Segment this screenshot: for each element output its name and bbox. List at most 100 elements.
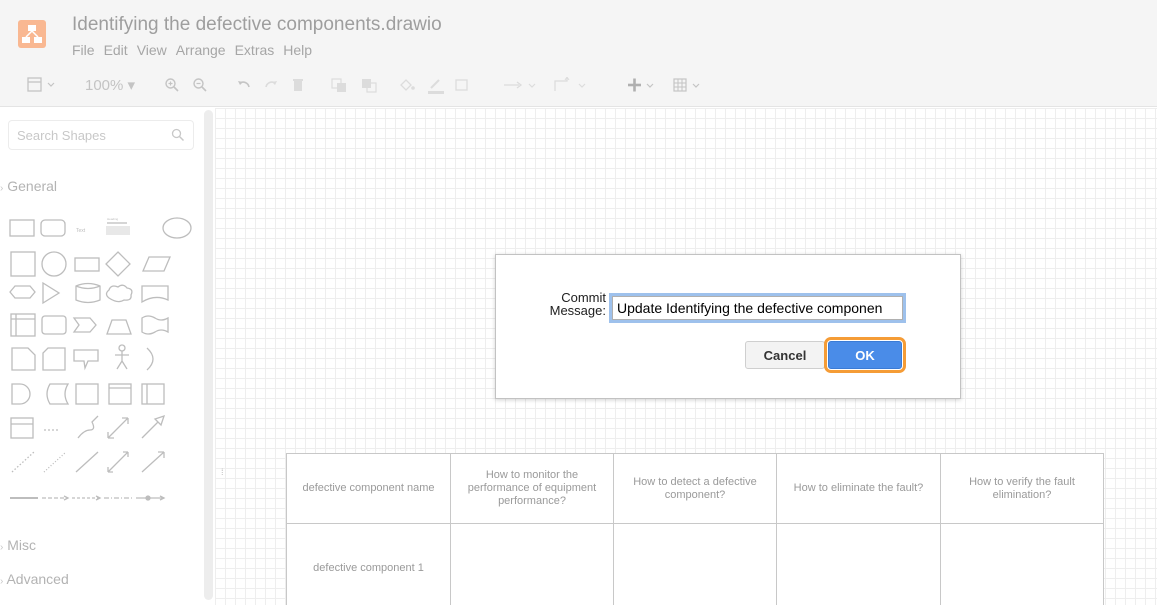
directional-connector-shape — [141, 451, 165, 473]
circle-shape — [41, 251, 67, 277]
table-cell[interactable] — [613, 523, 777, 605]
search-shapes-input[interactable] — [9, 121, 169, 149]
section-general[interactable]: › General — [0, 178, 57, 194]
menu-file[interactable]: File — [72, 42, 95, 58]
redo-icon[interactable] — [263, 77, 279, 93]
to-back-icon[interactable] — [360, 77, 378, 93]
chevron-down-icon: › — [0, 183, 4, 194]
text-shape: Text — [76, 228, 86, 234]
table-row: defective component 1 — [286, 523, 1104, 605]
zoom-out-icon[interactable] — [192, 77, 208, 93]
square-shape — [10, 251, 36, 277]
data-storage-shape — [46, 383, 70, 405]
chevron-right-icon: › — [0, 576, 4, 587]
list-shape — [10, 417, 34, 439]
diagram-table[interactable]: defective component name How to monitor … — [286, 453, 1104, 605]
connection-icon[interactable] — [503, 77, 539, 93]
table-header-cell[interactable]: How to eliminate the fault? — [776, 453, 941, 524]
format-panel-icon[interactable] — [27, 77, 57, 93]
table-header-cell[interactable]: How to verify the fault elimination? — [940, 453, 1104, 524]
ok-button[interactable]: OK — [824, 337, 906, 373]
line-color-icon[interactable] — [426, 77, 446, 95]
general-shapes-palette: Text Heading — [8, 208, 198, 513]
drawio-logo — [18, 20, 46, 48]
cancel-button[interactable]: Cancel — [745, 341, 825, 369]
menu-arrange[interactable]: Arrange — [176, 42, 226, 58]
section-general-label: General — [7, 178, 58, 194]
dotted-line-shape-2 — [43, 451, 67, 473]
bidirectional-arrow-shape — [107, 417, 129, 439]
menu-help[interactable]: Help — [283, 42, 312, 58]
process-shape — [74, 257, 100, 272]
table-cell[interactable] — [450, 523, 614, 605]
actor-head-shape — [118, 344, 126, 352]
waypoints-icon[interactable] — [553, 77, 593, 93]
callout-shape — [73, 349, 99, 371]
table-header-cell[interactable]: defective component name — [286, 453, 451, 524]
search-icon[interactable] — [171, 128, 185, 147]
cloud-shape — [105, 284, 133, 303]
table-cell[interactable] — [940, 523, 1104, 605]
ellipse-shape — [162, 217, 192, 239]
curve-shape — [77, 415, 99, 439]
section-advanced[interactable]: › Advanced — [0, 571, 69, 587]
tape-shape — [41, 315, 67, 335]
table-header-row: defective component name How to monitor … — [286, 453, 1104, 524]
container-shape — [108, 383, 132, 405]
fill-color-icon[interactable] — [398, 77, 416, 93]
block-arrow-shape — [141, 414, 166, 439]
delete-icon[interactable] — [290, 77, 306, 93]
app-header: Identifying the defective components.dra… — [0, 0, 1157, 65]
document-shape — [141, 285, 169, 304]
menu-view[interactable]: View — [137, 42, 167, 58]
diamond-shape — [105, 251, 131, 277]
bidirectional-connector-shape — [107, 451, 129, 473]
step-shape — [72, 317, 97, 333]
zoom-level[interactable]: 100% ▾ — [85, 77, 135, 95]
zoom-in-icon[interactable] — [164, 77, 180, 93]
heading-shape-text: Heading — [107, 217, 119, 221]
dotted-line-shape — [11, 451, 35, 473]
square-outline-shape — [75, 383, 99, 405]
triangle-shape — [42, 281, 61, 305]
general-shapes-grid: Text Heading — [9, 217, 192, 501]
hexagon-shape — [9, 285, 36, 299]
swimlane-shape — [141, 383, 165, 405]
sidebar-scrollbar[interactable] — [204, 110, 213, 600]
section-misc[interactable]: › Misc — [0, 537, 36, 553]
to-front-icon[interactable] — [330, 77, 348, 93]
document-title[interactable]: Identifying the defective components.dra… — [72, 14, 442, 36]
commit-dialog: Commit Message: Cancel OK — [495, 254, 961, 399]
parallelogram-shape — [142, 256, 171, 272]
menu-edit[interactable]: Edit — [104, 42, 128, 58]
heading-shape — [107, 222, 127, 224]
chevron-right-icon: › — [0, 542, 4, 553]
shadow-icon[interactable] — [454, 77, 470, 93]
rounded-rectangle-shape — [40, 219, 66, 237]
table-icon[interactable] — [673, 77, 705, 93]
card-shape — [42, 347, 66, 371]
section-misc-label: Misc — [7, 537, 37, 553]
and-shape — [11, 383, 31, 405]
insert-icon[interactable] — [627, 77, 657, 93]
note-shape — [11, 347, 36, 371]
toolbar: 100% ▾ — [0, 65, 1157, 107]
zoom-value: 100% — [85, 77, 124, 94]
search-shapes-box — [8, 120, 194, 150]
chevron-down-icon: ▾ — [127, 77, 136, 94]
actor-body-shape — [115, 351, 129, 370]
menu-bar: File Edit View Arrange Extras Help — [72, 42, 312, 58]
table-header-cell[interactable]: How to monitor the performance of equipm… — [450, 453, 614, 524]
heading-line-shape — [106, 226, 130, 235]
table-cell[interactable]: defective component 1 — [286, 523, 451, 605]
internal-storage-shape — [10, 313, 36, 337]
commit-message-input[interactable] — [609, 293, 906, 323]
menu-extras[interactable]: Extras — [235, 42, 275, 58]
line-shape — [75, 451, 99, 473]
or-shape — [146, 347, 154, 371]
trapezoid-shape — [106, 319, 132, 335]
table-cell[interactable] — [776, 523, 941, 605]
sidebar-resize-grip[interactable]: ⁞ — [221, 467, 224, 477]
table-header-cell[interactable]: How to detect a defective component? — [613, 453, 777, 524]
undo-icon[interactable] — [236, 77, 252, 93]
